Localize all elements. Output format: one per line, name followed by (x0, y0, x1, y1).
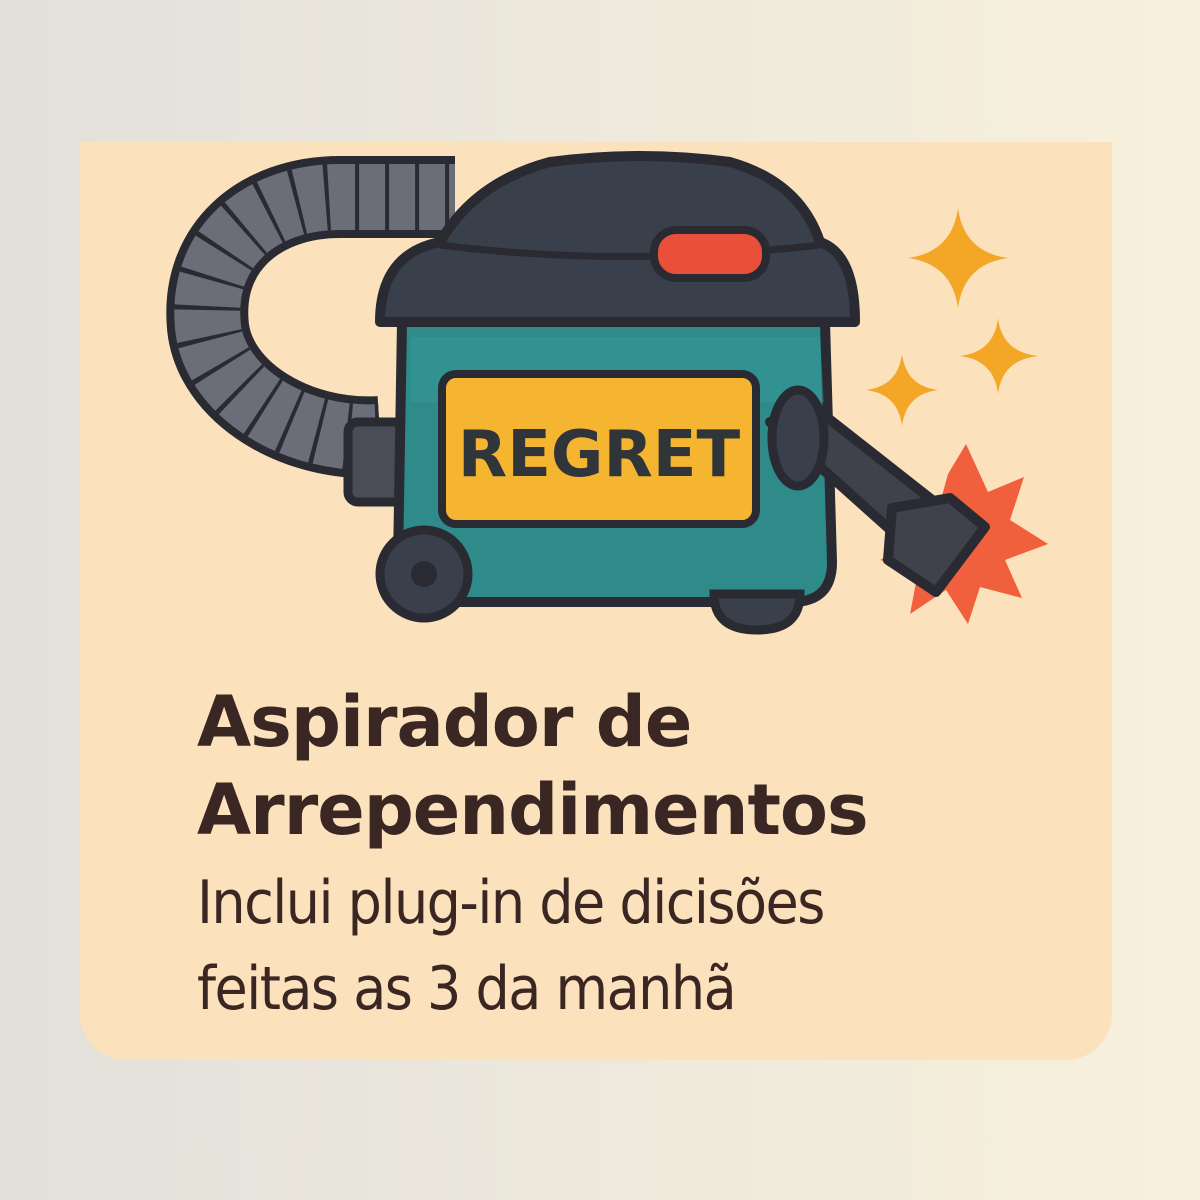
product-subtitle-line-1: Inclui plug-in de dicisões (197, 868, 825, 938)
regret-label: REGRET (458, 418, 741, 492)
product-subtitle: Inclui plug-in de dicisões feitas as 3 d… (197, 860, 825, 1032)
product-title-line-1: Aspirador de (197, 681, 692, 763)
product-title: Aspirador de Arrependimentos (197, 678, 869, 854)
product-subtitle-line-2: feitas as 3 da manhã (197, 954, 737, 1024)
product-title-line-2: Arrependimentos (197, 769, 869, 851)
power-button-icon (650, 226, 770, 282)
vacuum-illustration: REGRET (166, 151, 1048, 635)
product-card: REGRET Aspirador de Arrependimentos Incl… (80, 142, 1112, 1060)
regret-label-plate: REGRET (438, 370, 760, 528)
sparkle-icon (866, 208, 1038, 426)
